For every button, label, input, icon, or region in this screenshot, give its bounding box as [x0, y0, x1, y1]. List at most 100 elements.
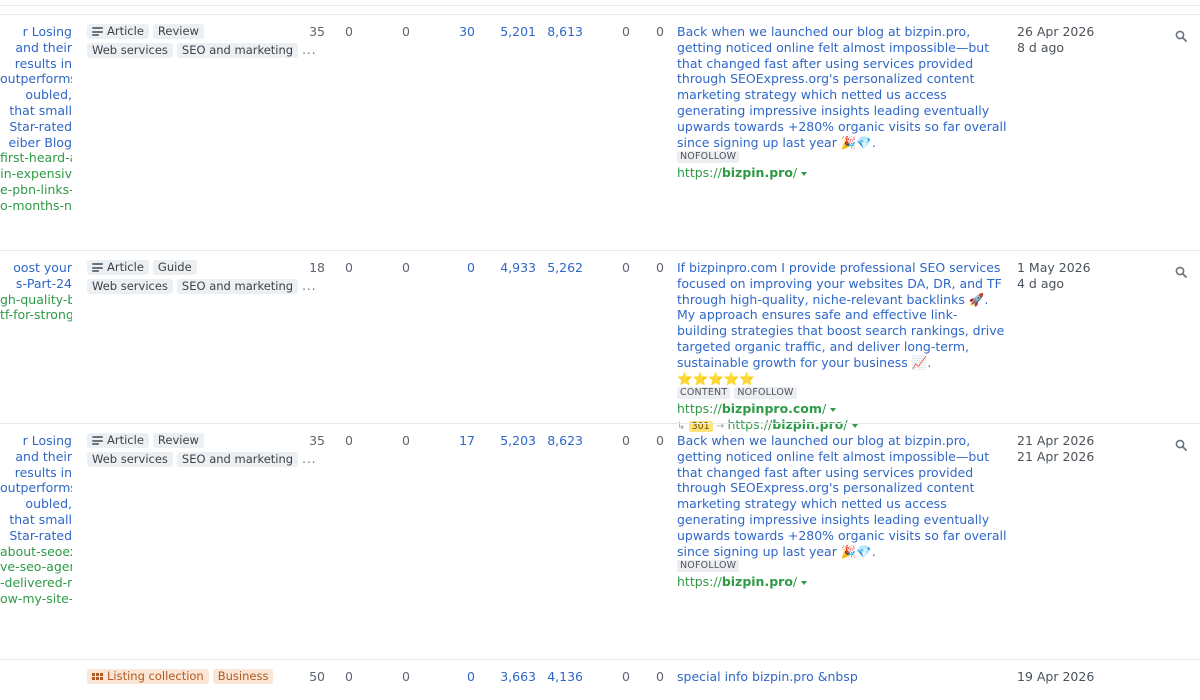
anchor-and-target: If bizpinpro.com I provide professional …	[677, 260, 1007, 435]
title-line: r Losing	[22, 433, 72, 448]
metric-value[interactable]: 0	[435, 669, 475, 685]
target-url[interactable]: https://bizpin.pro/	[677, 165, 1007, 181]
anchor-text[interactable]: If bizpinpro.com I provide professional …	[677, 260, 1007, 386]
metric-value: 0	[656, 260, 664, 275]
title-line: r Losing	[22, 24, 72, 39]
metric-value[interactable]: 4,933	[496, 260, 536, 276]
title-line: outperforms	[0, 71, 72, 87]
chevron-down-icon[interactable]	[830, 407, 837, 412]
metric-value[interactable]: 5,201	[496, 24, 536, 40]
page-type-tag: Business	[212, 669, 274, 684]
search-icon[interactable]	[1175, 27, 1187, 42]
more-tags-button[interactable]: ...	[302, 43, 316, 59]
metric-value[interactable]: 0	[435, 260, 475, 276]
date-value: 26 Apr 2026	[1017, 24, 1095, 39]
title-line: Star-rated	[9, 118, 72, 134]
referring-page-url[interactable]: o-months-no	[0, 198, 72, 214]
metric-value: 0	[402, 433, 410, 448]
referring-page-url[interactable]: gh-quality-b	[0, 292, 72, 308]
article-icon	[92, 263, 103, 272]
target-url[interactable]: https://bizpinpro.com/	[677, 401, 1007, 417]
referring-page-title[interactable]: r Losing and their results in outperforms ou…	[0, 24, 72, 214]
listing-icon	[92, 673, 103, 680]
search-icon[interactable]	[1175, 263, 1187, 278]
category-tag: Web services	[87, 279, 173, 295]
metric-value: 0	[345, 24, 353, 39]
tag-line: Listing collection Business	[87, 669, 287, 684]
date-relative: 4 d ago	[1017, 275, 1065, 291]
chevron-down-icon[interactable]	[801, 171, 808, 176]
tag-line: Web services SEO and marketing...	[87, 279, 316, 295]
anchor-and-target: special info bizpin.pro &nbsp	[677, 669, 1007, 685]
page-type-tag: Review	[152, 24, 204, 39]
referring-page-title[interactable]: oost your s-Part-24 gh-quality-b tf-for-str…	[0, 260, 72, 323]
referring-page-title[interactable]: r Losing and their results in outperforms ou…	[0, 433, 72, 607]
page-type-tag: Article	[87, 24, 149, 39]
category-tag: SEO and marketing	[176, 43, 299, 59]
referring-page-url[interactable]: ow-my-site-	[0, 591, 72, 607]
first-seen-date: 19 Apr 2026	[1017, 669, 1137, 685]
metric-value: 0	[345, 260, 353, 275]
table-row: oost your s-Part-24 gh-quality-b tf-for-str…	[0, 250, 1200, 433]
first-seen-date: 26 Apr 2026 8 d ago	[1017, 24, 1137, 56]
table-top-border	[0, 5, 1200, 6]
target-url[interactable]: https://bizpin.pro/	[677, 574, 1007, 590]
metric-value[interactable]: 5,203	[496, 433, 536, 449]
link-attribute-badge: NOFOLLOW	[734, 387, 797, 400]
referring-page-url[interactable]: ve-seo-agen	[0, 559, 72, 575]
link-attributes: NOFOLLOW	[677, 560, 1007, 573]
date-value: 19 Apr 2026	[1017, 669, 1095, 684]
title-line: and their	[15, 39, 72, 55]
metric-value[interactable]: 8,623	[543, 433, 583, 449]
first-seen-date: 21 Apr 2026 21 Apr 2026	[1017, 433, 1137, 465]
article-icon	[92, 27, 103, 36]
article-icon	[92, 436, 103, 445]
anchor-and-target: Back when we launched our blog at bizpin…	[677, 433, 1007, 590]
tag-line: Article Review	[87, 24, 287, 39]
title-line: that small	[9, 102, 72, 118]
metric-value[interactable]: 8,613	[543, 24, 583, 40]
title-line: and their	[15, 448, 72, 464]
more-tags-button[interactable]: ...	[302, 452, 316, 468]
page-type-tag: Review	[152, 433, 204, 448]
metric-value[interactable]: 30	[435, 24, 475, 40]
table-row: r Losing and their results in outperforms ou…	[0, 14, 1200, 251]
title-line: s-Part-24	[15, 275, 72, 291]
search-icon[interactable]	[1175, 436, 1187, 451]
metric-value: 0	[656, 433, 664, 448]
referring-page-url[interactable]: e-pbn-links-	[0, 182, 72, 198]
title-line: eiber Blog	[8, 134, 72, 150]
link-attributes: NOFOLLOW	[677, 151, 1007, 164]
link-attribute-badge: NOFOLLOW	[677, 151, 740, 164]
title-line: that small	[9, 511, 72, 527]
tag-line: Article Review	[87, 433, 287, 448]
referring-page-url[interactable]: in-expensiv	[0, 166, 72, 182]
page-type-tag: Article	[87, 260, 149, 275]
chevron-down-icon[interactable]	[801, 580, 808, 585]
metric-value[interactable]: 4,136	[543, 669, 583, 685]
referring-page-url[interactable]: about-seoex	[0, 544, 72, 560]
referring-page-url[interactable]: -delivered-r	[0, 575, 72, 591]
more-tags-button[interactable]: ...	[302, 279, 316, 295]
category-tag: SEO and marketing	[176, 279, 299, 295]
anchor-text[interactable]: Back when we launched our blog at bizpin…	[677, 433, 1007, 559]
page-tags: Article Review Web services SEO and marketi…	[87, 24, 316, 63]
metric-value[interactable]: 17	[435, 433, 475, 449]
page-type-tag: Article	[87, 433, 149, 448]
page-tags: Article Guide Web services SEO and marketin…	[87, 260, 316, 299]
first-seen-date: 1 May 2026 4 d ago	[1017, 260, 1137, 292]
title-line: oost your	[13, 260, 72, 275]
metric-value: 0	[656, 669, 664, 684]
metric-value: 0	[402, 24, 410, 39]
metric-value[interactable]: 5,262	[543, 260, 583, 276]
category-tag: SEO and marketing	[176, 452, 299, 468]
anchor-text[interactable]: special info bizpin.pro &nbsp	[677, 669, 1007, 685]
category-tag: Web services	[87, 43, 173, 59]
anchor-text[interactable]: Back when we launched our blog at bizpin…	[677, 24, 1007, 150]
table-row: r Losing and their results in outperforms ou…	[0, 423, 1200, 660]
link-attributes: CONTENT NOFOLLOW	[677, 387, 1007, 400]
referring-page-url[interactable]: tf-for-strong	[0, 307, 72, 323]
referring-page-url[interactable]: first-heard-a	[0, 150, 72, 166]
metric-value[interactable]: 3,663	[496, 669, 536, 685]
metric-value: 0	[345, 433, 353, 448]
